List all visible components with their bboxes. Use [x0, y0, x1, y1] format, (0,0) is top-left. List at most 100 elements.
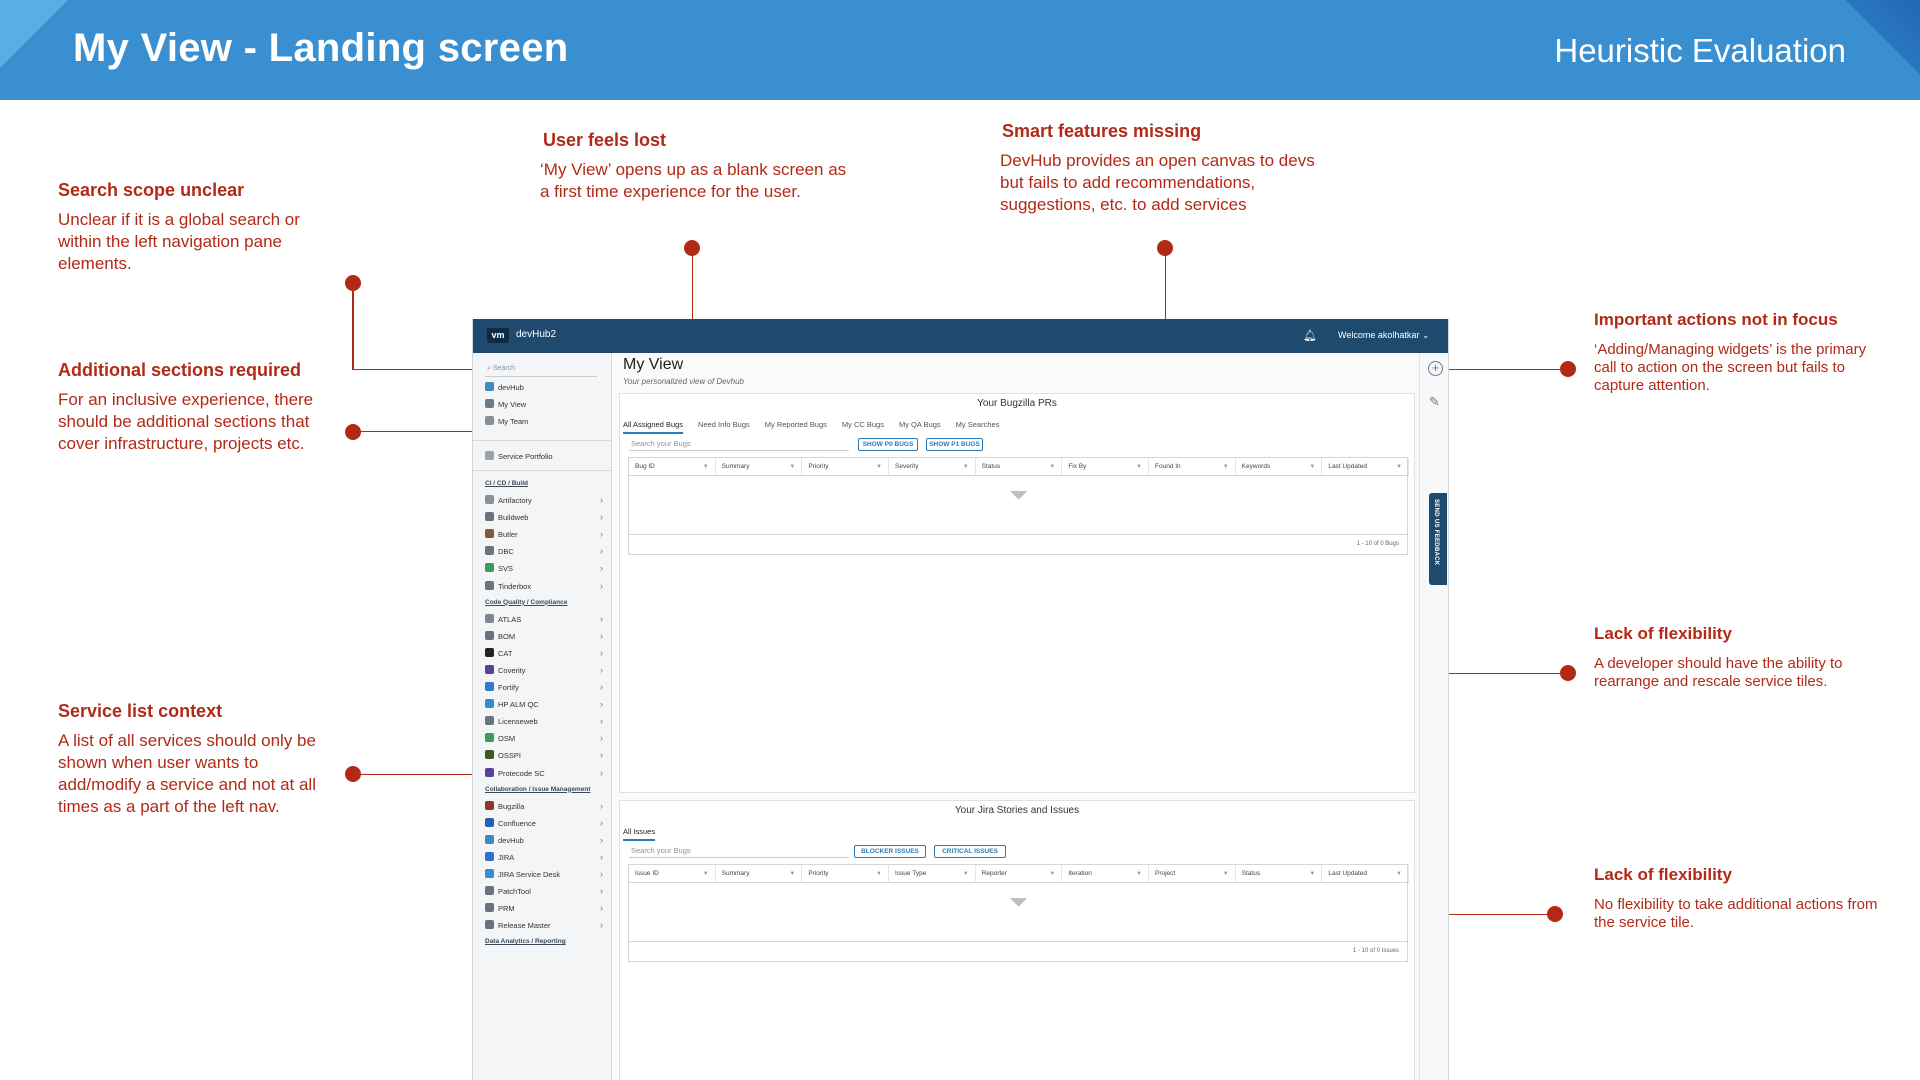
filter-icon[interactable]: ▼: [963, 458, 969, 476]
sidebar-service-devhub[interactable]: devHub ›: [485, 834, 607, 847]
filter-icon[interactable]: ▼: [1309, 865, 1315, 883]
table-footer: 1 - 10 of 0 Issues: [629, 941, 1407, 961]
bugzilla-search-input[interactable]: Search your Bugs: [629, 438, 849, 451]
column-header-last-updated[interactable]: Last Updated ▼: [1322, 865, 1409, 883]
sidebar-search-input[interactable]: ⌕ Search: [485, 363, 597, 377]
sidebar-service-hp-alm-qc[interactable]: HP ALM QC ›: [485, 698, 607, 711]
filter-icon[interactable]: ▼: [876, 865, 882, 883]
column-header-iteration[interactable]: Iteration ▼: [1062, 865, 1149, 883]
sidebar-item-label: OSM: [498, 734, 516, 744]
sidebar-service-svs[interactable]: SVS ›: [485, 562, 607, 575]
jira-widget: Your Jira Stories and Issues All Issues …: [619, 800, 1415, 1080]
sidebar-service-patchtool[interactable]: PatchTool ›: [485, 885, 607, 898]
filter-icon[interactable]: ▼: [789, 865, 795, 883]
sidebar-service-prm[interactable]: PRM ›: [485, 902, 607, 915]
filter-icon[interactable]: ▼: [1049, 865, 1055, 883]
show-p0-button[interactable]: SHOW P0 BUGS: [858, 438, 918, 451]
sidebar-item-devhub[interactable]: devHub: [485, 381, 607, 394]
column-header-reporter[interactable]: Reporter ▼: [976, 865, 1063, 883]
tab-my-reported-bugs[interactable]: My Reported Bugs: [765, 420, 827, 432]
feedback-label: SEND US FEEDBACK: [1433, 499, 1439, 566]
sidebar-service-dbc[interactable]: DBC ›: [485, 545, 607, 558]
jira-search-input[interactable]: Search your Bugs: [629, 845, 849, 858]
sidebar-item-label: PatchTool: [498, 887, 531, 897]
sidebar-service-buildweb[interactable]: Buildweb ›: [485, 511, 607, 524]
sidebar-service-fortify[interactable]: Fortify ›: [485, 681, 607, 694]
sidebar-item-service-portfolio[interactable]: Service Portfolio: [485, 450, 607, 463]
filter-icon[interactable]: ▼: [1223, 458, 1229, 476]
edit-icon[interactable]: ✎: [1429, 394, 1440, 410]
sidebar-service-osspi[interactable]: OSSPI ›: [485, 749, 607, 762]
sidebar-service-protecode-sc[interactable]: Protecode SC ›: [485, 767, 607, 780]
critical-issues-button[interactable]: CRITICAL ISSUES: [934, 845, 1006, 858]
sidebar-item-my-view[interactable]: My View: [485, 398, 607, 411]
sidebar-service-licenseweb[interactable]: Licenseweb ›: [485, 715, 607, 728]
filter-icon[interactable]: ▼: [1049, 458, 1055, 476]
tab-my-searches[interactable]: My Searches: [956, 420, 1000, 432]
column-header-found-in[interactable]: Found In ▼: [1149, 458, 1236, 476]
sidebar-service-release-master[interactable]: Release Master ›: [485, 919, 607, 932]
show-p1-button[interactable]: SHOW P1 BUGS: [926, 438, 983, 451]
chevron-right-icon: ›: [600, 563, 603, 574]
filter-icon[interactable]: ▼: [963, 865, 969, 883]
filter-icon[interactable]: ▼: [789, 458, 795, 476]
column-header-fix-by[interactable]: Fix By ▼: [1062, 458, 1149, 476]
sidebar-service-butler[interactable]: Butler ›: [485, 528, 607, 541]
sidebar-service-bom[interactable]: BOM ›: [485, 630, 607, 643]
filter-icon[interactable]: ▼: [1223, 865, 1229, 883]
filter-icon[interactable]: ▼: [1309, 458, 1315, 476]
sidebar-service-artifactory[interactable]: Artifactory ›: [485, 494, 607, 507]
sidebar-service-atlas[interactable]: ATLAS ›: [485, 613, 607, 626]
sidebar-service-cat[interactable]: CAT ›: [485, 647, 607, 660]
sidebar-service-coverity[interactable]: Coverity ›: [485, 664, 607, 677]
column-header-bug-id[interactable]: Bug ID ▼: [629, 458, 716, 476]
app-name[interactable]: devHub2: [516, 329, 556, 340]
filter-icon[interactable]: ▼: [1136, 458, 1142, 476]
sidebar-item-label: SVS: [498, 564, 514, 574]
user-menu[interactable]: Welcome akolhatkar ⌄: [1338, 330, 1429, 341]
column-header-last-updated[interactable]: Last Updated ▼: [1322, 458, 1409, 476]
feedback-button[interactable]: SEND US FEEDBACK: [1429, 493, 1447, 585]
sidebar-service-tinderbox[interactable]: Tinderbox ›: [485, 580, 607, 593]
plus-circle-icon[interactable]: +: [1428, 361, 1443, 376]
blocker-issues-button[interactable]: BLOCKER ISSUES: [854, 845, 926, 858]
sidebar-item-label: JIRA: [498, 852, 515, 862]
filter-icon[interactable]: ▼: [703, 865, 709, 883]
tab-need-info-bugs[interactable]: Need Info Bugs: [698, 420, 750, 432]
filter-icon[interactable]: ▼: [1136, 865, 1142, 883]
chevron-right-icon: ›: [600, 716, 603, 727]
service-icon: [485, 529, 494, 539]
sidebar-item-label: CAT: [498, 648, 513, 658]
annotation-body: A list of all services should only be sh…: [58, 731, 316, 816]
column-header-project[interactable]: Project ▼: [1149, 865, 1236, 883]
column-label: Found In: [1155, 463, 1181, 470]
sidebar-service-jira[interactable]: JIRA ›: [485, 851, 607, 864]
tab-my-cc-bugs[interactable]: My CC Bugs: [842, 420, 884, 432]
column-header-status[interactable]: Status ▼: [976, 458, 1063, 476]
sidebar-service-jira-service-desk[interactable]: JIRA Service Desk ›: [485, 868, 607, 881]
filter-icon[interactable]: ▼: [1396, 458, 1402, 476]
sidebar-service-confluence[interactable]: Confluence ›: [485, 817, 607, 830]
column-header-issue-id[interactable]: Issue ID ▼: [629, 865, 716, 883]
sidebar-service-bugzilla[interactable]: Bugzilla ›: [485, 800, 607, 813]
sidebar-service-osm[interactable]: OSM ›: [485, 732, 607, 745]
column-header-priority[interactable]: Priority ▼: [802, 865, 889, 883]
filter-icon[interactable]: ▼: [876, 458, 882, 476]
column-header-summary[interactable]: Summary ▼: [716, 458, 803, 476]
column-header-summary[interactable]: Summary ▼: [716, 865, 803, 883]
tab-all-issues[interactable]: All Issues: [623, 827, 656, 841]
tab-my-qa-bugs[interactable]: My QA Bugs: [899, 420, 941, 432]
column-header-status[interactable]: Status ▼: [1236, 865, 1323, 883]
sidebar-item-icon: [485, 399, 494, 408]
tab-all-assigned-bugs[interactable]: All Assigned Bugs: [623, 420, 684, 434]
filter-icon[interactable]: ▼: [1396, 865, 1402, 883]
bell-icon[interactable]: 🔔︎: [1303, 329, 1317, 342]
sidebar-item-my-team[interactable]: My Team: [485, 415, 607, 428]
column-header-severity[interactable]: Severity ▼: [889, 458, 976, 476]
column-header-keywords[interactable]: Keywords ▼: [1236, 458, 1323, 476]
pagination-text: 1 - 10 of 0 Bugs: [1356, 541, 1399, 547]
column-header-priority[interactable]: Priority ▼: [802, 458, 889, 476]
service-icon: [485, 512, 494, 522]
filter-icon[interactable]: ▼: [703, 458, 709, 476]
column-header-issue-type[interactable]: Issue Type ▼: [889, 865, 976, 883]
